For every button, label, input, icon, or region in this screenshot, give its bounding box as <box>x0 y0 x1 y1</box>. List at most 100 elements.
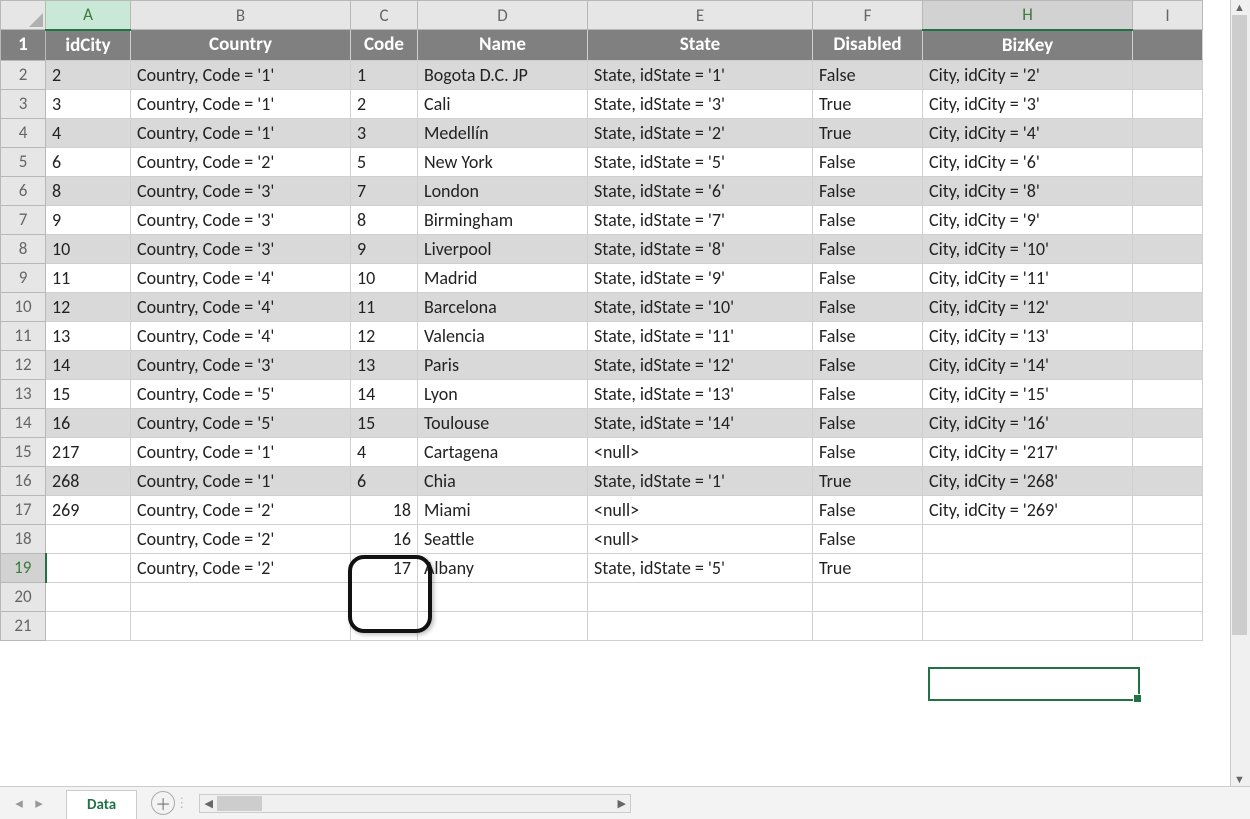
cell-F15[interactable]: False <box>813 437 923 466</box>
row-header-16[interactable]: 16 <box>1 466 46 495</box>
worksheet-area[interactable]: ABCDEFHI1idCityCountryCodeNameStateDisab… <box>0 0 1250 786</box>
cell-B12[interactable]: Country, Code = '3' <box>131 350 351 379</box>
cell-B18[interactable]: Country, Code = '2' <box>131 524 351 553</box>
cell-I10[interactable] <box>1133 292 1203 321</box>
cell-F17[interactable]: False <box>813 495 923 524</box>
cell-H14[interactable]: City, idCity = '16' <box>923 408 1133 437</box>
cell-D18[interactable]: Seattle <box>418 524 588 553</box>
column-header-C[interactable]: C <box>351 1 418 30</box>
cell-A9[interactable]: 11 <box>46 263 131 292</box>
cell-A8[interactable]: 10 <box>46 234 131 263</box>
cell-F16[interactable]: True <box>813 466 923 495</box>
cell-E5[interactable]: State, idState = '5' <box>588 147 813 176</box>
cell-C16[interactable]: 6 <box>351 466 418 495</box>
hscroll-track[interactable] <box>217 796 613 811</box>
column-header-F[interactable]: F <box>813 1 923 30</box>
cell-I8[interactable] <box>1133 234 1203 263</box>
cell-B14[interactable]: Country, Code = '5' <box>131 408 351 437</box>
cell-B3[interactable]: Country, Code = '1' <box>131 89 351 118</box>
cell-D15[interactable]: Cartagena <box>418 437 588 466</box>
cell-I14[interactable] <box>1133 408 1203 437</box>
header-cell-I[interactable] <box>1133 30 1203 61</box>
row-header-19[interactable]: 19 <box>1 553 46 582</box>
row-header-13[interactable]: 13 <box>1 379 46 408</box>
cell-E7[interactable]: State, idState = '7' <box>588 205 813 234</box>
cell-H19[interactable] <box>923 553 1133 582</box>
cell-D9[interactable]: Madrid <box>418 263 588 292</box>
cell-B10[interactable]: Country, Code = '4' <box>131 292 351 321</box>
cell-I11[interactable] <box>1133 321 1203 350</box>
row-header-4[interactable]: 4 <box>1 118 46 147</box>
cell-A12[interactable]: 14 <box>46 350 131 379</box>
cell-H18[interactable] <box>923 524 1133 553</box>
cell-D11[interactable]: Valencia <box>418 321 588 350</box>
cell-I15[interactable] <box>1133 437 1203 466</box>
column-header-B[interactable]: B <box>131 1 351 30</box>
row-header-3[interactable]: 3 <box>1 89 46 118</box>
cell-D8[interactable]: Liverpool <box>418 234 588 263</box>
cell-A14[interactable]: 16 <box>46 408 131 437</box>
cell-E16[interactable]: State, idState = '1' <box>588 466 813 495</box>
header-cell-C[interactable]: Code <box>351 30 418 61</box>
cell-A11[interactable]: 13 <box>46 321 131 350</box>
cell-F5[interactable]: False <box>813 147 923 176</box>
cell-H10[interactable]: City, idCity = '12' <box>923 292 1133 321</box>
cell-H12[interactable]: City, idCity = '14' <box>923 350 1133 379</box>
cell-C18[interactable]: 16 <box>351 524 418 553</box>
cell-F8[interactable]: False <box>813 234 923 263</box>
cell-I6[interactable] <box>1133 176 1203 205</box>
cell-I2[interactable] <box>1133 60 1203 89</box>
cell-C2[interactable]: 1 <box>351 60 418 89</box>
cell-A13[interactable]: 15 <box>46 379 131 408</box>
cell-C14[interactable]: 15 <box>351 408 418 437</box>
cell-E21[interactable] <box>588 611 813 640</box>
cell-H16[interactable]: City, idCity = '268' <box>923 466 1133 495</box>
cell-D13[interactable]: Lyon <box>418 379 588 408</box>
header-cell-D[interactable]: Name <box>418 30 588 61</box>
cell-I20[interactable] <box>1133 582 1203 611</box>
cell-B6[interactable]: Country, Code = '3' <box>131 176 351 205</box>
cell-B9[interactable]: Country, Code = '4' <box>131 263 351 292</box>
cell-C6[interactable]: 7 <box>351 176 418 205</box>
cell-C9[interactable]: 10 <box>351 263 418 292</box>
cell-D7[interactable]: Birmingham <box>418 205 588 234</box>
cell-F21[interactable] <box>813 611 923 640</box>
row-header-6[interactable]: 6 <box>1 176 46 205</box>
cell-E8[interactable]: State, idState = '8' <box>588 234 813 263</box>
cell-B20[interactable] <box>131 582 351 611</box>
cell-B19[interactable]: Country, Code = '2' <box>131 553 351 582</box>
cell-C12[interactable]: 13 <box>351 350 418 379</box>
cell-E11[interactable]: State, idState = '11' <box>588 321 813 350</box>
cell-A5[interactable]: 6 <box>46 147 131 176</box>
column-header-D[interactable]: D <box>418 1 588 30</box>
cell-H2[interactable]: City, idCity = '2' <box>923 60 1133 89</box>
vertical-scrollbar[interactable]: ▲ ▼ <box>1230 0 1250 787</box>
row-header-7[interactable]: 7 <box>1 205 46 234</box>
cell-F6[interactable]: False <box>813 176 923 205</box>
cell-B4[interactable]: Country, Code = '1' <box>131 118 351 147</box>
cell-F12[interactable]: False <box>813 350 923 379</box>
row-header-8[interactable]: 8 <box>1 234 46 263</box>
cell-H11[interactable]: City, idCity = '13' <box>923 321 1133 350</box>
cell-I19[interactable] <box>1133 553 1203 582</box>
cell-H21[interactable] <box>923 611 1133 640</box>
cell-D12[interactable]: Paris <box>418 350 588 379</box>
cell-H20[interactable] <box>923 582 1133 611</box>
cell-A7[interactable]: 9 <box>46 205 131 234</box>
cell-H9[interactable]: City, idCity = '11' <box>923 263 1133 292</box>
cell-A3[interactable]: 3 <box>46 89 131 118</box>
cell-C4[interactable]: 3 <box>351 118 418 147</box>
cell-F10[interactable]: False <box>813 292 923 321</box>
tab-nav-buttons[interactable]: ◂ ▸ <box>0 794 58 813</box>
header-cell-F[interactable]: Disabled <box>813 30 923 61</box>
row-header-20[interactable]: 20 <box>1 582 46 611</box>
row-header-15[interactable]: 15 <box>1 437 46 466</box>
cell-A20[interactable] <box>46 582 131 611</box>
scroll-left-button[interactable]: ◀ <box>200 796 217 811</box>
grid[interactable]: ABCDEFHI1idCityCountryCodeNameStateDisab… <box>0 0 1203 641</box>
cell-F14[interactable]: False <box>813 408 923 437</box>
cell-E4[interactable]: State, idState = '2' <box>588 118 813 147</box>
cell-H15[interactable]: City, idCity = '217' <box>923 437 1133 466</box>
cell-I18[interactable] <box>1133 524 1203 553</box>
cell-E12[interactable]: State, idState = '12' <box>588 350 813 379</box>
